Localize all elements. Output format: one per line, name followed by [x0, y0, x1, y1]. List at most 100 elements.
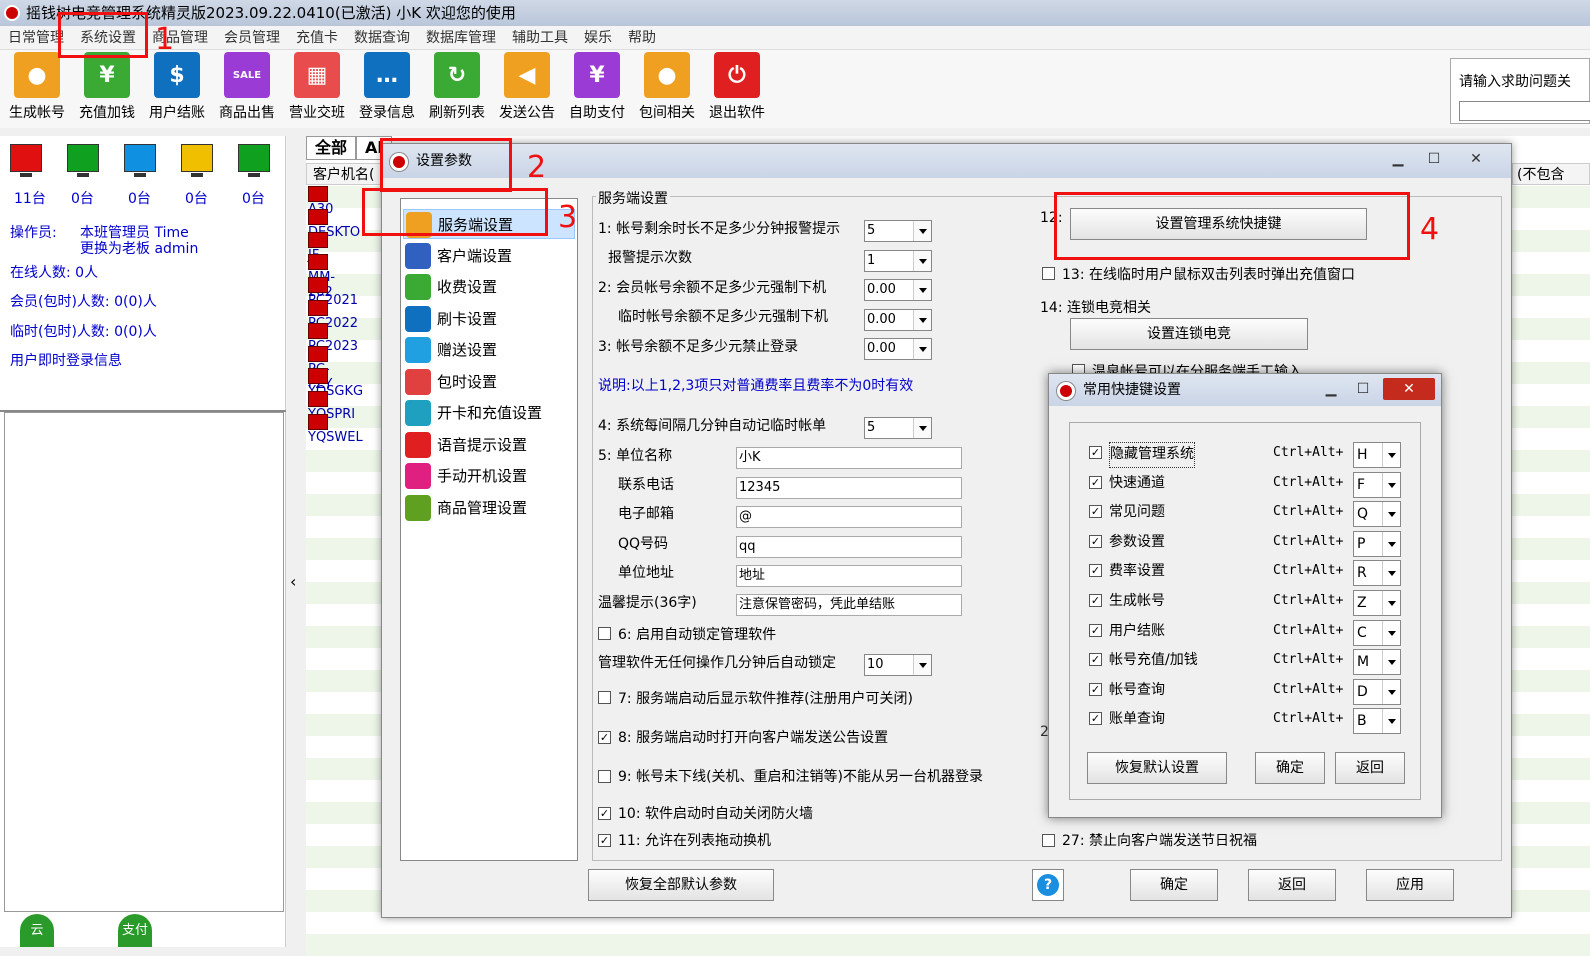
c8-checkbox[interactable]: ✓ [598, 731, 611, 744]
grid-header-right[interactable]: (不包含 [1512, 163, 1590, 185]
nav-item-3[interactable]: 刷卡设置 [403, 304, 575, 334]
monitor-status-icon[interactable] [67, 144, 99, 177]
tab-all[interactable]: 全部 [306, 136, 357, 160]
shortcut-key-select[interactable]: D [1353, 678, 1401, 705]
c7-checkbox[interactable] [598, 691, 611, 704]
c13-checkbox[interactable] [1042, 267, 1055, 280]
shortcut-key-select[interactable]: P [1353, 530, 1401, 557]
nav-item-4[interactable]: 赠送设置 [403, 335, 575, 365]
login-info-list[interactable] [4, 412, 284, 912]
menu-item-8[interactable]: 娱乐 [576, 26, 620, 50]
pay-icon[interactable]: 支付 [118, 914, 152, 947]
grid-header-name[interactable]: 客户机名( [306, 163, 386, 185]
menu-item-4[interactable]: 充值卡 [288, 26, 346, 50]
monitor-status-icon[interactable] [124, 144, 156, 177]
monitor-status-icon[interactable] [238, 144, 270, 177]
c6-select[interactable]: 10 [864, 654, 932, 676]
restore-defaults-button[interactable]: 恢复默认设置 [1087, 752, 1227, 784]
qq-input[interactable]: qq [736, 536, 962, 558]
toolbar-button-2[interactable]: $ 用户结账 [144, 52, 210, 122]
toolbar-button-9[interactable]: ● 包间相关 [634, 52, 700, 122]
toolbar-button-1[interactable]: ¥ 充值加钱 [74, 52, 140, 122]
shortcut-checkbox[interactable]: ✓ [1089, 534, 1102, 548]
maximize-icon[interactable]: ☐ [1414, 148, 1454, 170]
menu-item-3[interactable]: 会员管理 [216, 26, 288, 50]
nav-item-8[interactable]: 手动开机设置 [403, 461, 575, 491]
shortcut-checkbox[interactable]: ✓ [1089, 446, 1102, 459]
shortcut-checkbox[interactable]: ✓ [1089, 623, 1102, 637]
shortcut-key-select[interactable]: Z [1353, 590, 1401, 616]
nav-item-1[interactable]: 客户端设置 [403, 241, 575, 271]
settings-dialog-titlebar[interactable]: 设置参数 ▁ ☐ ✕ [382, 144, 1511, 178]
toolbar-button-5[interactable]: … 登录信息 [354, 52, 420, 122]
s1b-select[interactable]: 1 [864, 250, 932, 272]
shortcut-key-select[interactable]: R [1353, 560, 1401, 587]
shortcut-key-select[interactable]: M [1353, 649, 1401, 676]
minimize-icon[interactable]: ▁ [1378, 148, 1418, 170]
c27-checkbox[interactable] [1042, 834, 1055, 847]
apply-button[interactable]: 应用 [1366, 869, 1454, 901]
grid-row[interactable] [306, 934, 1590, 956]
shortcut-key-select[interactable]: C [1353, 619, 1401, 646]
help-icon[interactable]: ? [1032, 869, 1064, 901]
c11-checkbox[interactable]: ✓ [598, 834, 611, 847]
shortcut-checkbox[interactable]: ✓ [1089, 505, 1102, 519]
nav-item-9[interactable]: 商品管理设置 [403, 493, 575, 523]
c6-checkbox[interactable] [598, 627, 611, 640]
toolbar-button-7[interactable]: ◀ 发送公告 [494, 52, 560, 122]
nav-item-2[interactable]: 收费设置 [403, 272, 575, 302]
monitor-status-icon[interactable] [10, 144, 42, 177]
nav-item-6[interactable]: 开卡和充值设置 [403, 398, 575, 428]
shortcut-key-select[interactable]: H [1353, 442, 1401, 468]
shortcut-checkbox[interactable]: ✓ [1089, 564, 1102, 578]
addr-input[interactable]: 地址 [736, 565, 962, 587]
help-search-input[interactable] [1459, 101, 1590, 121]
c10-checkbox[interactable]: ✓ [598, 807, 611, 820]
shortcut-dialog-titlebar[interactable]: 常用快捷键设置 ▁ ☐ ✕ [1049, 374, 1441, 406]
shortcut-ok-button[interactable]: 确定 [1255, 752, 1325, 784]
close-icon[interactable]: ✕ [1456, 148, 1496, 170]
toolbar-button-3[interactable]: SALE 商品出售 [214, 52, 280, 122]
s3-select[interactable]: 0.00 [864, 338, 932, 360]
email-input[interactable]: @ [736, 506, 962, 528]
s2b-select[interactable]: 0.00 [864, 309, 932, 331]
chain-settings-button[interactable]: 设置连锁电竞 [1070, 318, 1308, 350]
toolbar-button-4[interactable]: ▦ 营业交班 [284, 52, 350, 122]
menu-item-9[interactable]: 帮助 [620, 26, 664, 50]
toolbar-button-6[interactable]: ↻ 刷新列表 [424, 52, 490, 122]
shortcut-key-select[interactable]: F [1353, 471, 1401, 498]
phone-input[interactable]: 12345 [736, 477, 962, 499]
login-info-link[interactable]: 用户即时登录信息 [10, 350, 122, 370]
restore-all-defaults-button[interactable]: 恢复全部默认参数 [588, 869, 774, 901]
toolbar-button-0[interactable]: ● 生成帐号 [4, 52, 70, 122]
ok-button[interactable]: 确定 [1130, 869, 1218, 901]
s4-select[interactable]: 5 [864, 417, 932, 439]
tip-input[interactable]: 注意保管密码，凭此单结账 [736, 594, 962, 616]
shortcut-checkbox[interactable]: ✓ [1089, 712, 1102, 726]
shortcut-checkbox[interactable]: ✓ [1089, 594, 1102, 607]
maximize-icon[interactable]: ☐ [1343, 378, 1383, 400]
menu-item-5[interactable]: 数据查询 [346, 26, 418, 50]
shortcut-key-select[interactable]: Q [1353, 501, 1401, 528]
s2-select[interactable]: 0.00 [864, 279, 932, 301]
shortcut-checkbox[interactable]: ✓ [1089, 682, 1102, 696]
menu-item-6[interactable]: 数据库管理 [418, 26, 504, 50]
unit-name-input[interactable]: 小K [736, 447, 962, 469]
splitter[interactable]: ‹ [286, 136, 306, 947]
s1-select[interactable]: 5 [864, 220, 932, 242]
monitor-status-icon[interactable] [181, 144, 213, 177]
shortcut-key-select[interactable]: B [1353, 708, 1401, 735]
cloud-icon[interactable]: 云 [20, 914, 54, 947]
toolbar-button-8[interactable]: ¥ 自助支付 [564, 52, 630, 122]
collapse-chevron-icon[interactable]: ‹ [290, 572, 296, 591]
nav-item-5[interactable]: 包时设置 [403, 367, 575, 397]
c9-checkbox[interactable] [598, 770, 611, 783]
menu-item-7[interactable]: 辅助工具 [504, 26, 576, 50]
close-icon[interactable]: ✕ [1383, 378, 1435, 400]
shortcut-checkbox[interactable]: ✓ [1089, 653, 1102, 667]
nav-item-7[interactable]: 语音提示设置 [403, 430, 575, 460]
toolbar-button-10[interactable]: ⏻ 退出软件 [704, 52, 770, 122]
shortcut-back-button[interactable]: 返回 [1335, 752, 1405, 784]
client-item[interactable]: YQSWEL [308, 414, 363, 445]
shortcut-checkbox[interactable]: ✓ [1089, 475, 1102, 489]
